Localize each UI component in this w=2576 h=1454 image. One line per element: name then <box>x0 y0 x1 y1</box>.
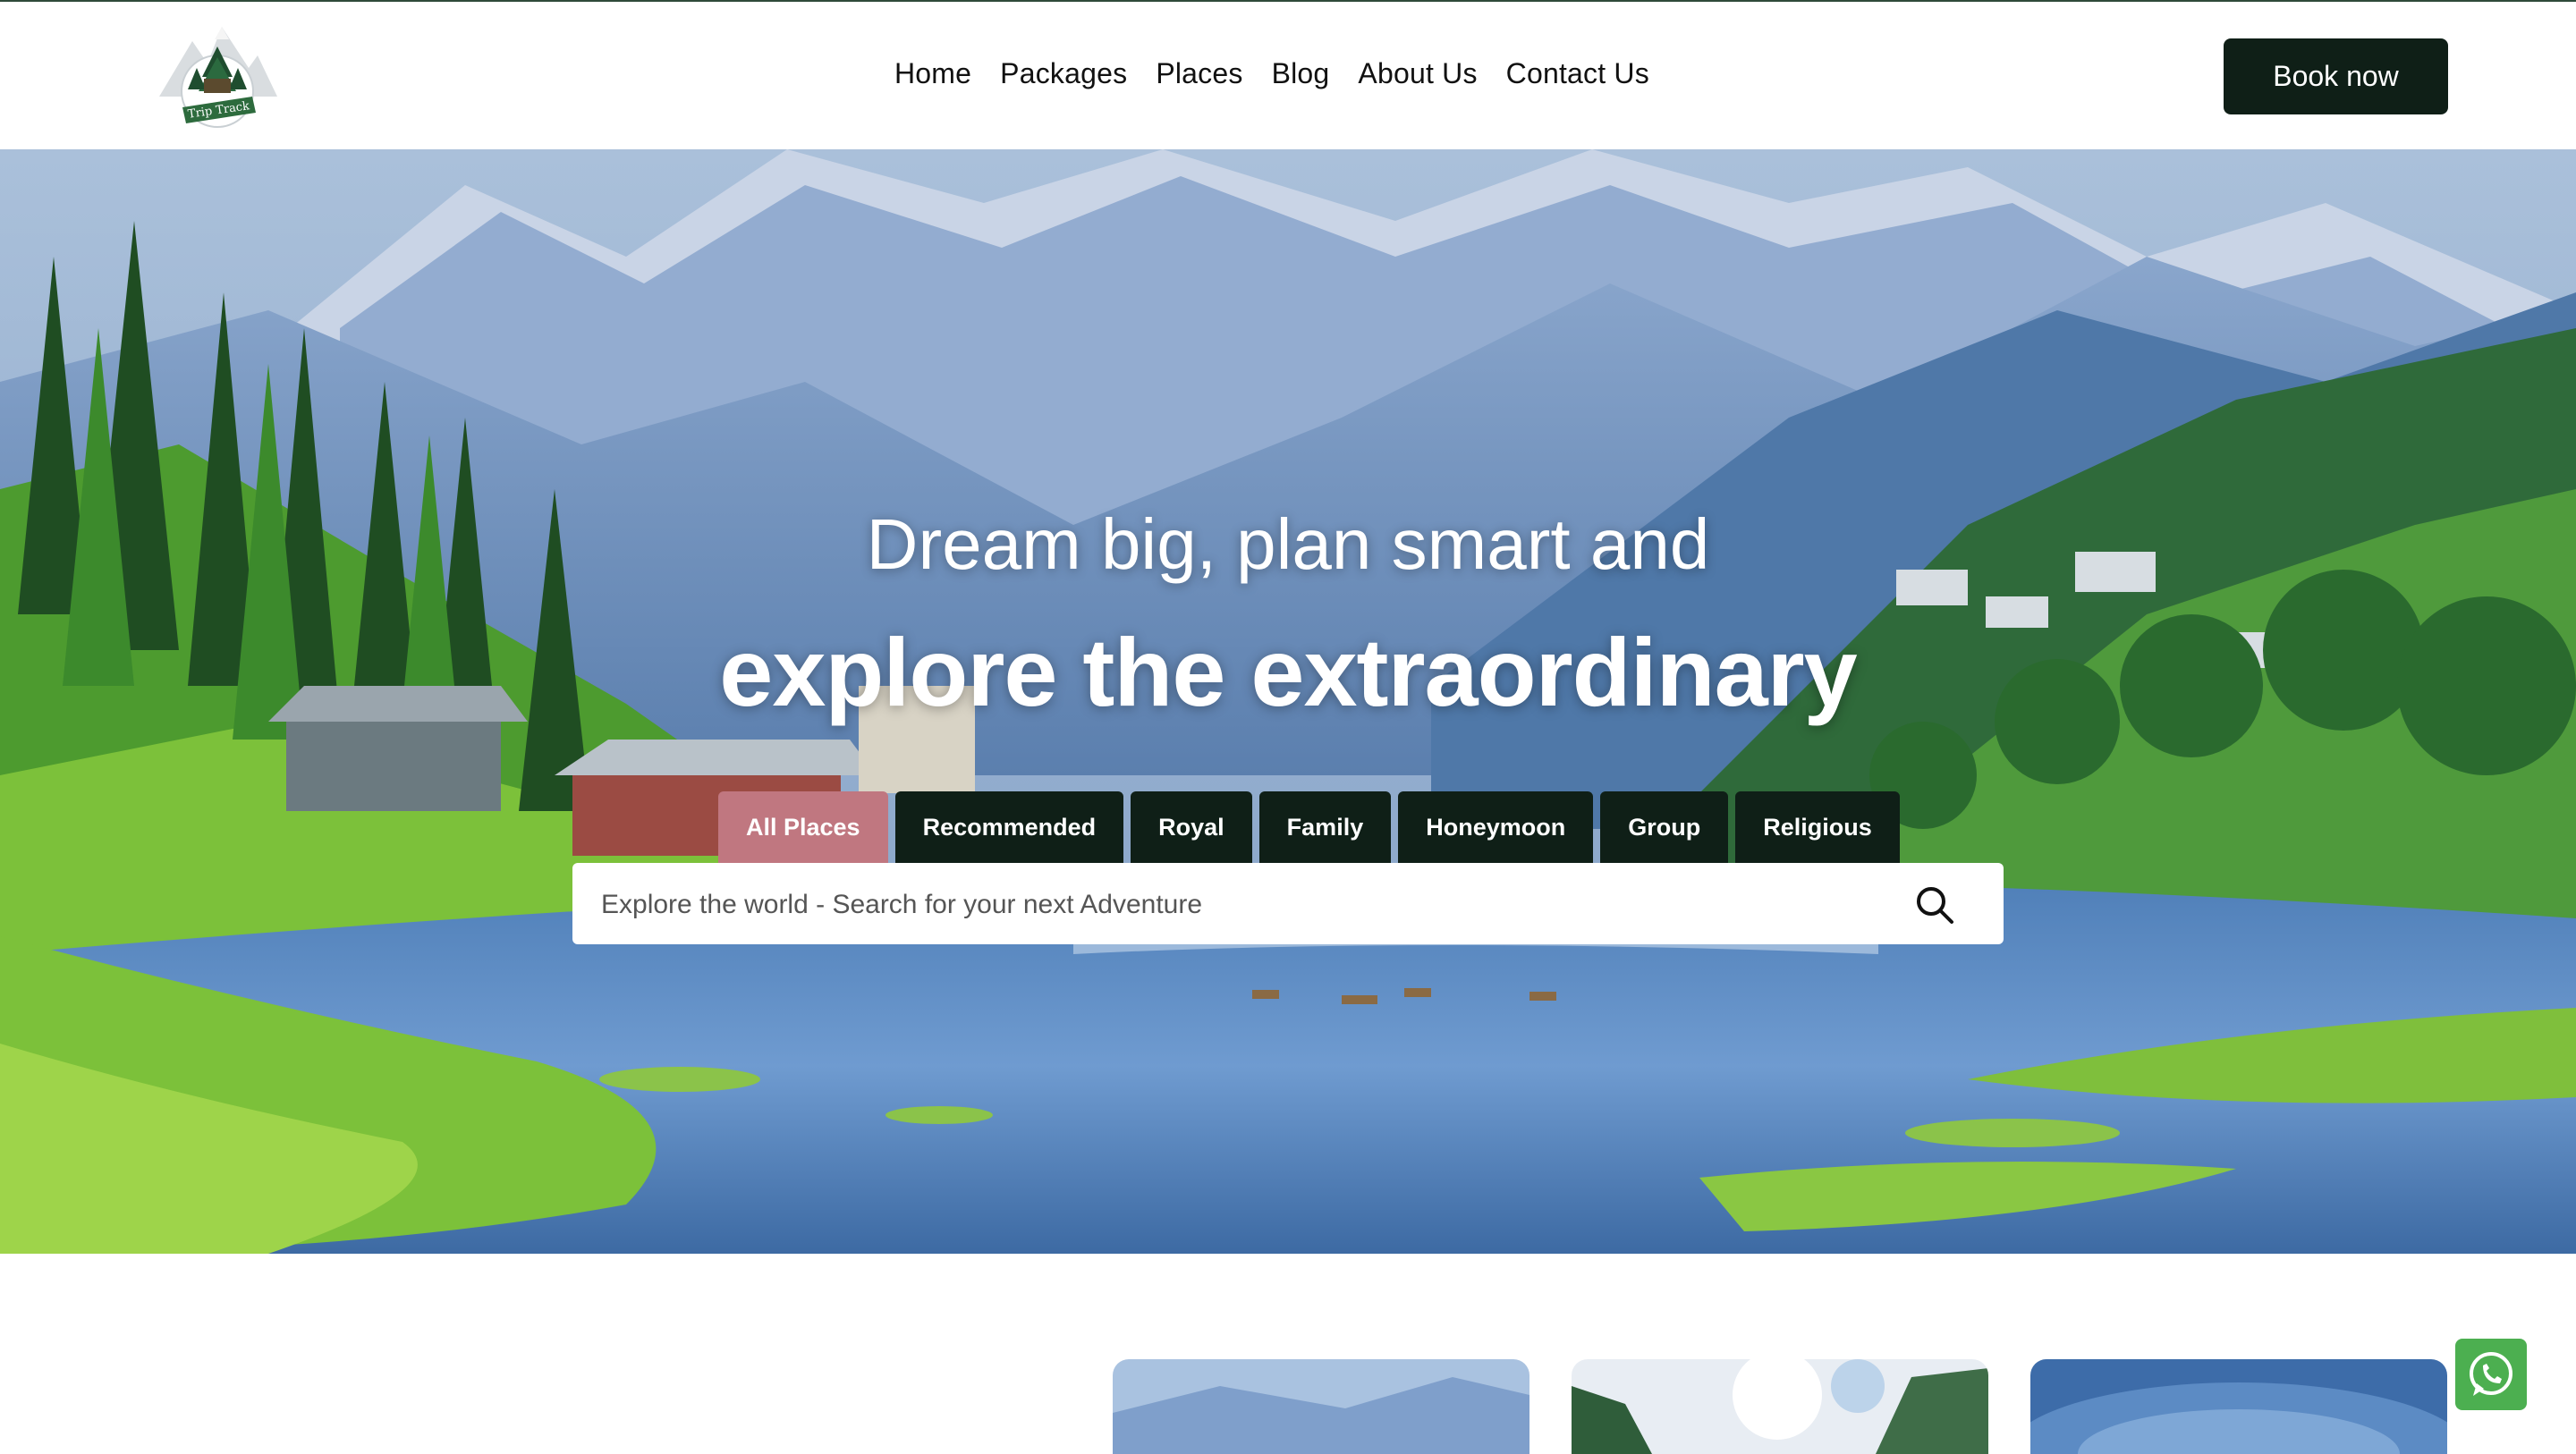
hero-title-line2: explore the extraordinary <box>719 618 1857 726</box>
category-tabs: All Places Recommended Royal Family Hone… <box>718 791 1900 863</box>
search-bar <box>572 863 2004 946</box>
site-header: Trip Track Home Packages Places Blog Abo… <box>0 2 2576 149</box>
nav-blog[interactable]: Blog <box>1272 57 1330 90</box>
search-icon[interactable] <box>1914 884 1955 926</box>
tab-group[interactable]: Group <box>1600 791 1729 863</box>
trip-track-logo[interactable]: Trip Track <box>152 14 283 139</box>
book-now-button[interactable]: Book now <box>2224 38 2448 114</box>
nav-packages[interactable]: Packages <box>1000 57 1127 90</box>
whatsapp-icon <box>2470 1352 2512 1396</box>
destination-card-image[interactable] <box>2030 1359 2447 1454</box>
search-input[interactable] <box>599 863 1855 946</box>
tab-religious[interactable]: Religious <box>1735 791 1900 863</box>
destination-card-image[interactable] <box>1113 1359 1530 1454</box>
tab-family[interactable]: Family <box>1258 791 1392 863</box>
hero-title-line1: Dream big, plan smart and <box>866 504 1710 584</box>
hero-section: Dream big, plan smart and explore the ex… <box>0 149 2576 1254</box>
tab-honeymoon[interactable]: Honeymoon <box>1398 791 1594 863</box>
nav-home[interactable]: Home <box>894 57 971 90</box>
tab-all-places[interactable]: All Places <box>718 791 888 863</box>
tab-recommended[interactable]: Recommended <box>894 791 1124 863</box>
tab-royal[interactable]: Royal <box>1131 791 1252 863</box>
nav-contact-us[interactable]: Contact Us <box>1506 57 1649 90</box>
main-nav: Home Packages Places Blog About Us Conta… <box>894 57 1649 90</box>
whatsapp-button[interactable] <box>2455 1339 2527 1410</box>
destination-card-image[interactable] <box>1572 1359 1988 1454</box>
nav-places[interactable]: Places <box>1156 57 1242 90</box>
nav-about-us[interactable]: About Us <box>1358 57 1477 90</box>
